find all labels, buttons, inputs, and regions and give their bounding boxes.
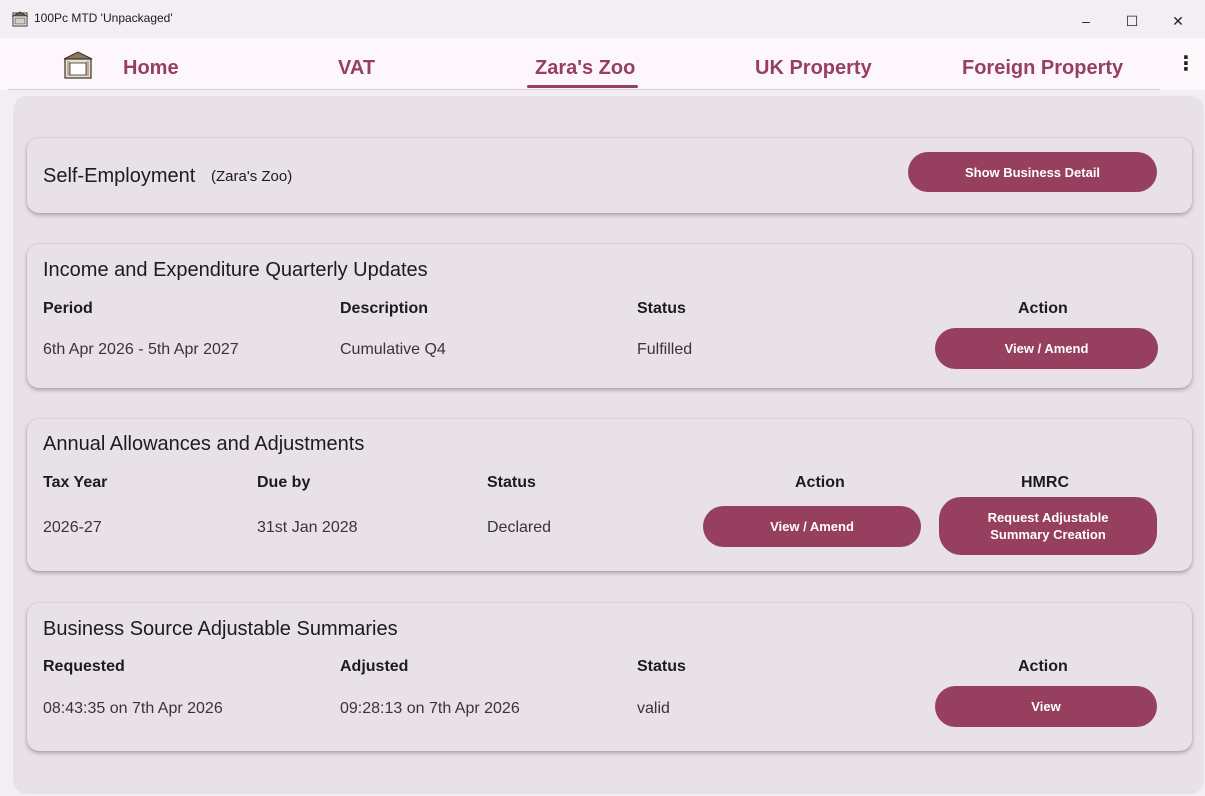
view-button[interactable]: View — [935, 686, 1157, 727]
nav-divider — [8, 89, 1160, 90]
status-cell: valid — [637, 700, 670, 717]
tab-zaras-zoo[interactable]: Zara's Zoo — [535, 57, 635, 80]
top-nav: Home VAT Zara's Zoo UK Property Foreign … — [0, 38, 1205, 90]
tab-foreign-property[interactable]: Foreign Property — [962, 57, 1123, 80]
self-employment-card: Self-Employment (Zara's Zoo) Show Busine… — [27, 138, 1192, 213]
window-title: 100Pc MTD 'Unpackaged' — [34, 11, 173, 25]
header-hmrc: HMRC — [1021, 474, 1069, 491]
header-adjusted: Adjusted — [340, 658, 409, 675]
active-tab-indicator — [527, 85, 638, 88]
window-title-bar: 100Pc MTD 'Unpackaged' – ☐ ✕ — [0, 0, 1205, 38]
maximize-button[interactable]: ☐ — [1109, 6, 1155, 36]
business-name: (Zara's Zoo) — [211, 168, 293, 185]
tab-home[interactable]: Home — [123, 57, 179, 80]
header-status: Status — [487, 474, 536, 491]
tax-year-cell: 2026-27 — [43, 519, 102, 536]
header-action: Action — [795, 474, 845, 491]
self-employment-title: Self-Employment — [43, 165, 196, 187]
description-cell: Cumulative Q4 — [340, 341, 446, 358]
request-adjustable-summary-button[interactable]: Request Adjustable Summary Creation — [939, 497, 1157, 555]
status-cell: Fulfilled — [637, 341, 693, 358]
close-button[interactable]: ✕ — [1155, 6, 1201, 36]
tab-vat[interactable]: VAT — [338, 57, 375, 80]
due-by-cell: 31st Jan 2028 — [257, 519, 358, 536]
adjustable-summaries-title: Business Source Adjustable Summaries — [43, 618, 398, 640]
view-amend-button[interactable]: View / Amend — [935, 328, 1158, 369]
adjustable-summaries-card: Business Source Adjustable Summaries Req… — [27, 603, 1192, 751]
annual-allowances-title: Annual Allowances and Adjustments — [43, 433, 365, 455]
header-requested: Requested — [43, 658, 125, 675]
minimize-button[interactable]: – — [1063, 6, 1109, 36]
show-business-detail-button[interactable]: Show Business Detail — [908, 152, 1157, 192]
header-due-by: Due by — [257, 474, 311, 491]
header-period: Period — [43, 300, 93, 317]
status-cell: Declared — [487, 519, 552, 536]
annual-allowances-card: Annual Allowances and Adjustments Tax Ye… — [27, 419, 1192, 571]
header-tax-year: Tax Year — [43, 474, 108, 491]
header-description: Description — [340, 300, 429, 317]
requested-cell: 08:43:35 on 7th Apr 2026 — [43, 700, 223, 717]
header-action: Action — [1018, 658, 1068, 675]
adjusted-cell: 09:28:13 on 7th Apr 2026 — [340, 700, 520, 717]
view-amend-button[interactable]: View / Amend — [703, 506, 921, 547]
period-cell: 6th Apr 2026 - 5th Apr 2027 — [43, 341, 239, 358]
header-status: Status — [637, 300, 686, 317]
tab-uk-property[interactable]: UK Property — [755, 57, 872, 80]
header-status: Status — [637, 658, 686, 675]
quarterly-updates-card: Income and Expenditure Quarterly Updates… — [27, 244, 1192, 388]
quarterly-updates-title: Income and Expenditure Quarterly Updates — [43, 259, 428, 281]
mtd-logo-icon — [63, 51, 93, 79]
more-options-icon[interactable]: ⋮ — [1176, 52, 1196, 76]
app-logo-icon — [12, 11, 28, 27]
header-action: Action — [1018, 300, 1068, 317]
